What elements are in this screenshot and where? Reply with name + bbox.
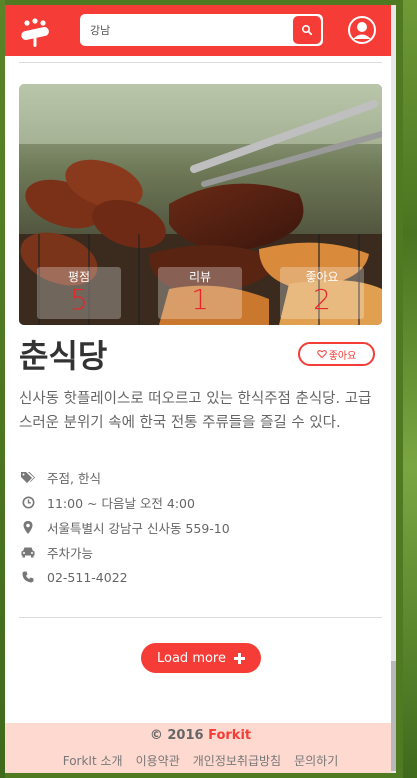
footer-link-contact[interactable]: 문의하기 xyxy=(294,752,338,769)
stat-reviews-value: 1 xyxy=(191,283,209,316)
info-hours-text: 11:00 ~ 다음날 오전 4:00 xyxy=(47,495,195,511)
stat-likes-label: 좋아요 xyxy=(305,270,339,284)
user-icon xyxy=(348,16,376,44)
like-button-label: 좋아요 xyxy=(328,350,357,362)
info-address: 서울특별시 강남구 신사동 559-10 xyxy=(21,517,230,537)
clock-icon xyxy=(21,495,35,509)
load-more-label: Load more xyxy=(157,650,226,666)
stat-reviews: 리뷰 1 xyxy=(158,267,242,319)
tags-icon xyxy=(21,470,35,484)
user-profile-button[interactable] xyxy=(347,15,377,45)
plus-icon xyxy=(234,652,245,664)
info-phone-text[interactable]: 02-511-4022 xyxy=(47,570,128,585)
search-button[interactable] xyxy=(293,16,321,44)
stat-rating: 평점 5 xyxy=(37,267,121,319)
stat-likes-value: 2 xyxy=(313,283,331,316)
info-phone: 02-511-4022 xyxy=(21,567,128,587)
search-box xyxy=(80,14,323,46)
background-right xyxy=(403,0,417,778)
footer-links: ForkIt 소개 이용약관 개인정보취급방침 문의하기 xyxy=(5,752,396,769)
forkit-logo-icon[interactable] xyxy=(17,13,53,49)
copyright: © 2016 Forkit xyxy=(5,728,396,743)
footer: © 2016 Forkit ForkIt 소개 이용약관 개인정보취급방침 문의… xyxy=(5,723,396,773)
header xyxy=(5,5,396,56)
car-icon xyxy=(21,545,35,559)
load-more-button[interactable]: Load more xyxy=(141,643,261,673)
divider xyxy=(19,617,382,618)
search-icon xyxy=(301,24,313,36)
stat-likes: 좋아요 2 xyxy=(280,267,364,319)
info-parking: 주차가능 xyxy=(21,542,93,562)
search-input[interactable] xyxy=(86,18,294,42)
restaurant-name[interactable]: 춘식당 xyxy=(19,334,107,378)
scrollbar-thumb[interactable] xyxy=(391,661,396,771)
stat-rating-value: 5 xyxy=(70,283,88,316)
footer-link-about[interactable]: ForkIt 소개 xyxy=(63,752,123,769)
stat-rating-label: 평점 xyxy=(67,270,91,284)
stat-reviews-label: 리뷰 xyxy=(188,270,212,284)
info-address-text: 서울특별시 강남구 신사동 559-10 xyxy=(47,520,230,536)
divider xyxy=(19,62,382,63)
footer-link-terms[interactable]: 이용약관 xyxy=(136,752,180,769)
scrollbar[interactable] xyxy=(391,5,396,773)
restaurant-photo[interactable]: 평점 5 리뷰 1 좋아요 2 xyxy=(19,84,382,325)
info-hours: 11:00 ~ 다음날 오전 4:00 xyxy=(21,492,195,512)
info-category: 주점, 한식 xyxy=(21,467,101,487)
app-frame: 평점 5 리뷰 1 좋아요 2 춘식당 좋아요 신사동 핫플레이스로 떠오르고 … xyxy=(5,5,396,773)
phone-icon xyxy=(21,570,35,584)
info-category-text: 주점, 한식 xyxy=(47,470,101,486)
like-button[interactable]: 좋아요 xyxy=(298,342,375,366)
copyright-text: © 2016 xyxy=(149,728,204,743)
heart-icon xyxy=(316,350,327,359)
brand-name: Forkit xyxy=(208,728,252,743)
map-marker-icon xyxy=(21,520,35,534)
restaurant-description: 신사동 핫플레이스로 떠오르고 있는 한식주점 춘식당. 고급스러운 분위기 속… xyxy=(19,391,372,431)
footer-link-privacy[interactable]: 개인정보취급방침 xyxy=(193,752,281,769)
info-parking-text: 주차가능 xyxy=(47,545,94,561)
